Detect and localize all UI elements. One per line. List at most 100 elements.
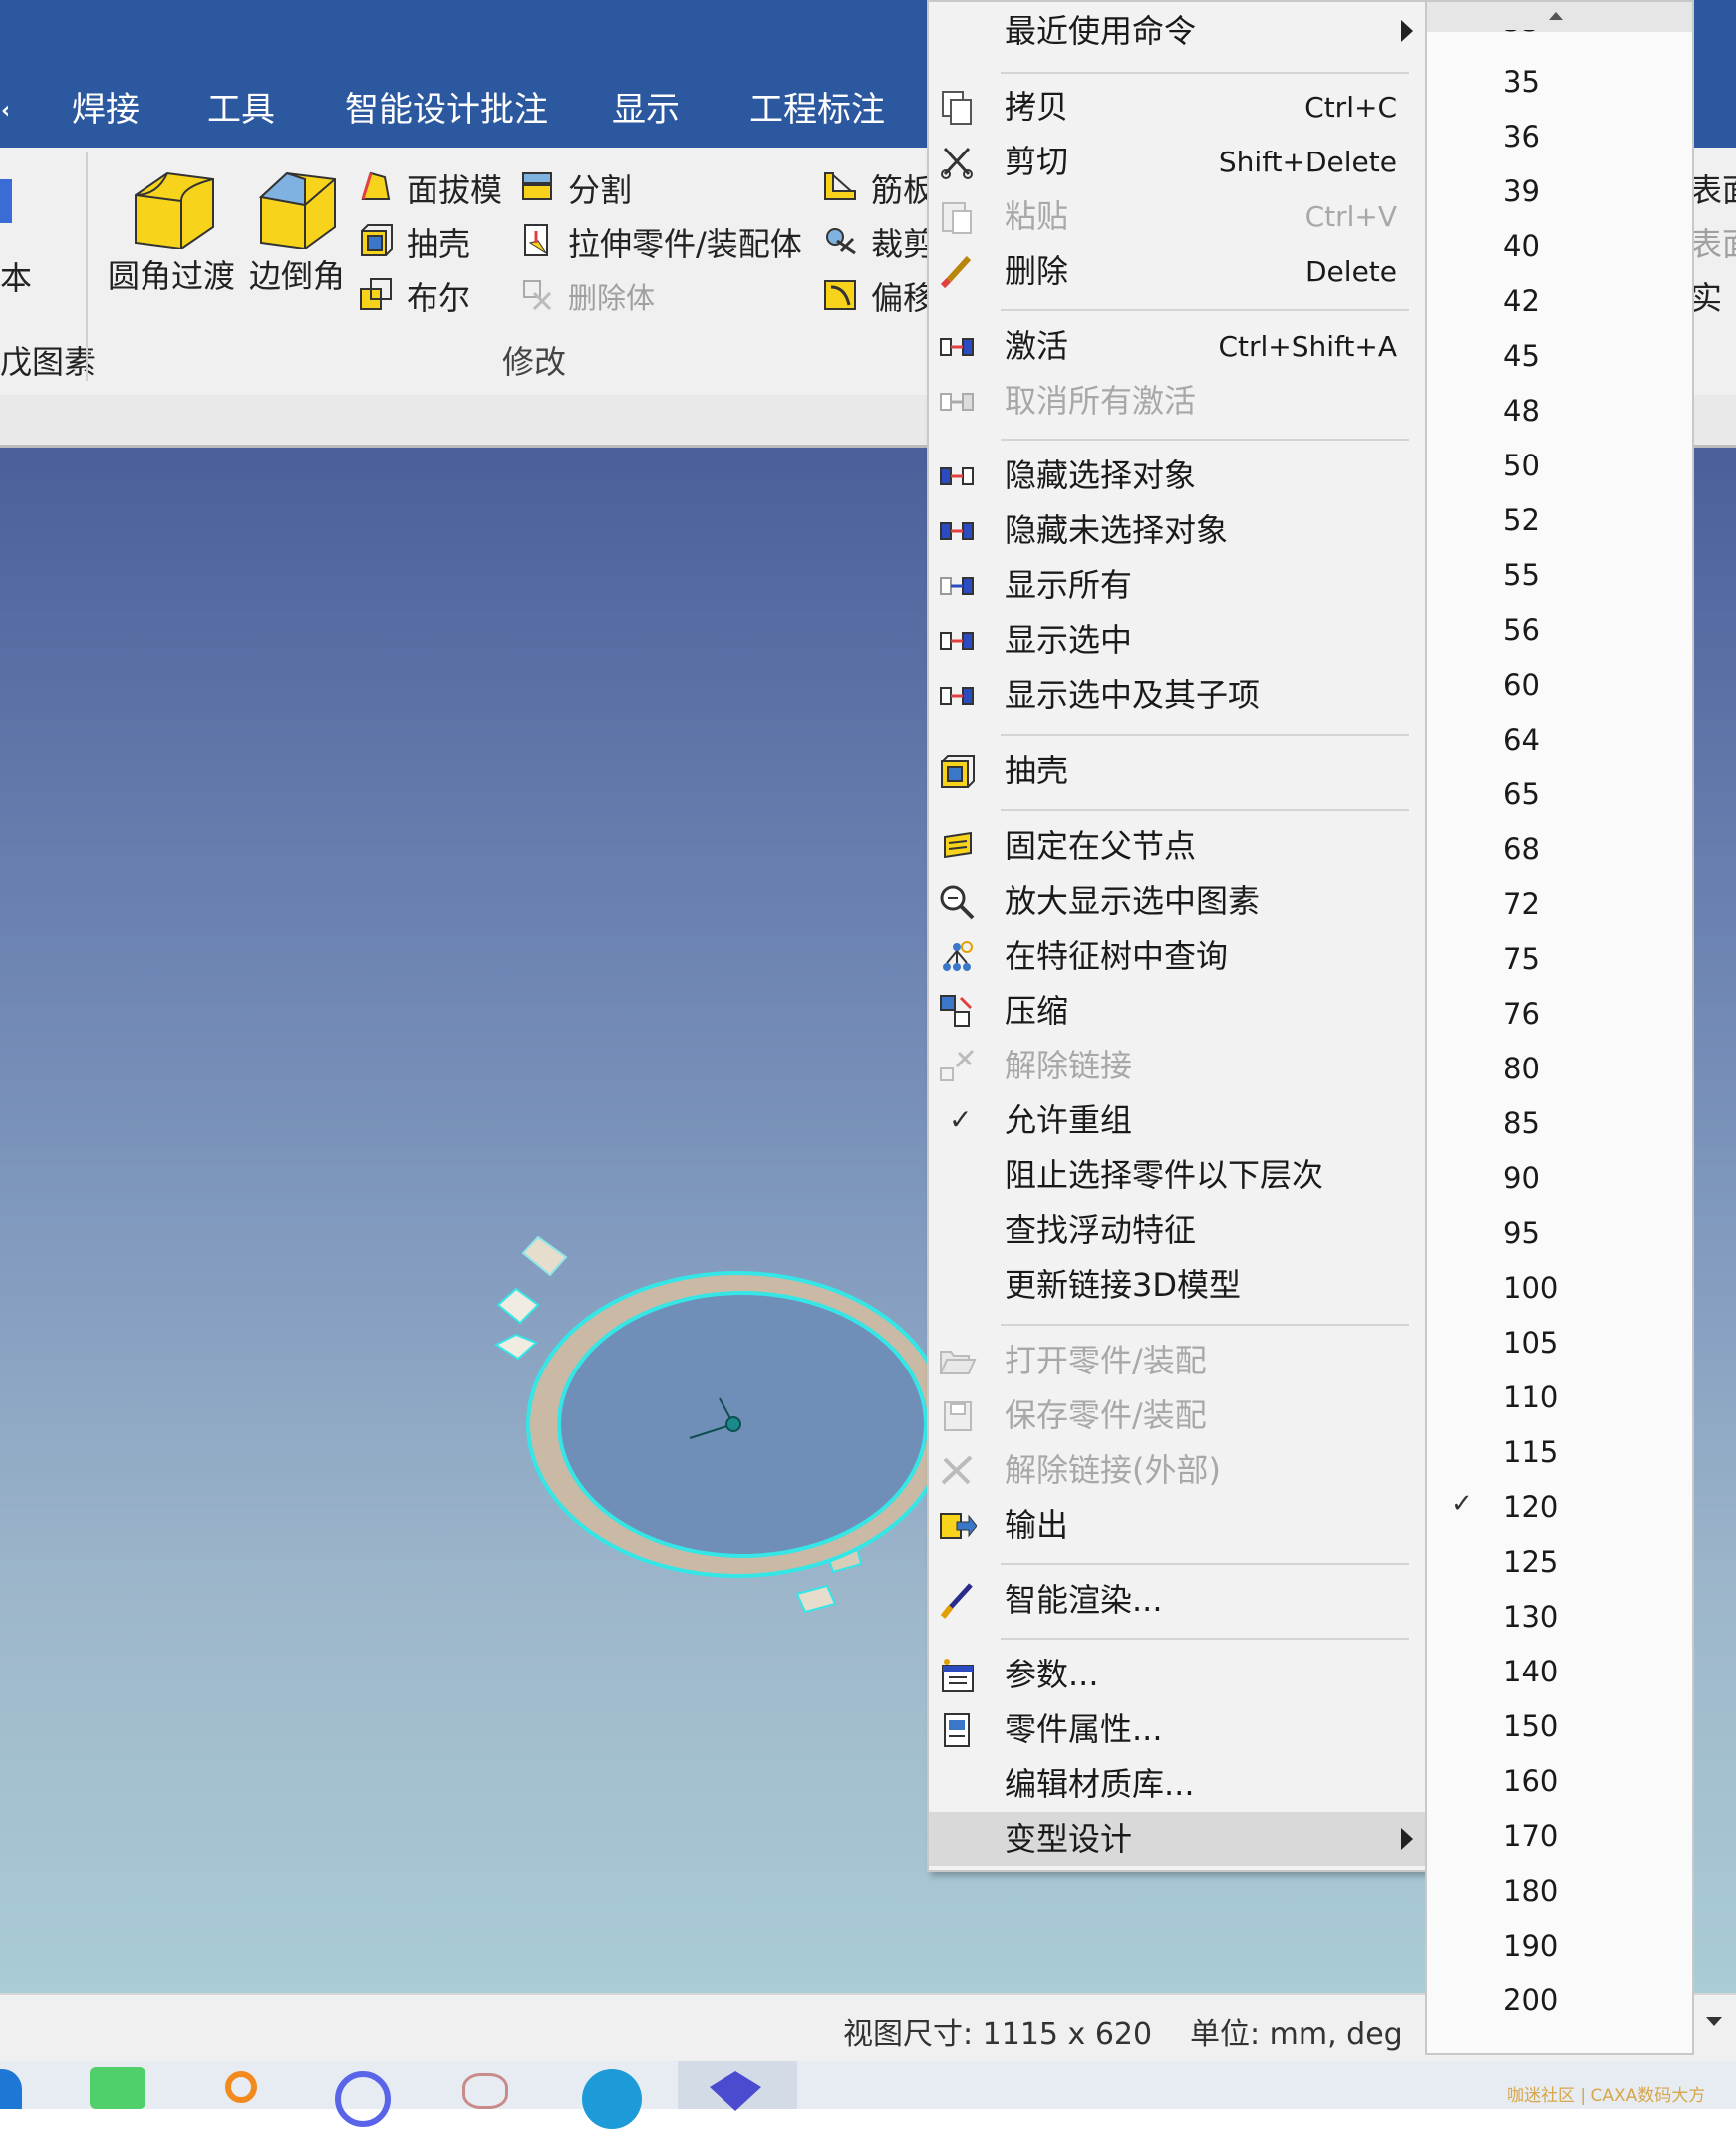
size-item[interactable]: 120 ✓ xyxy=(1427,1487,1692,1537)
size-item-label: 95 xyxy=(1503,1216,1540,1250)
size-item[interactable]: 160 xyxy=(1427,1761,1692,1811)
size-item[interactable]: 170 xyxy=(1427,1816,1692,1866)
tab-partial[interactable]: ‹ xyxy=(0,88,8,132)
menu-item-allow-regroup[interactable]: ✓ 允许重组 xyxy=(929,1093,1425,1148)
size-item[interactable]: 115 xyxy=(1427,1432,1692,1482)
menu-item-hide-unselected[interactable]: 隐藏未选择对象 xyxy=(929,503,1425,558)
menu-item-show-selected-children[interactable]: 显示选中及其子项 xyxy=(929,668,1425,723)
taskbar-app-icon[interactable] xyxy=(90,2067,145,2109)
size-item[interactable]: 56 xyxy=(1427,610,1692,660)
scroll-up-button[interactable] xyxy=(1427,2,1692,32)
right-partial-label-1[interactable]: 表面 xyxy=(1690,165,1736,211)
tab-tools[interactable]: 工具 xyxy=(207,88,275,132)
boolean-button[interactable]: 布尔 xyxy=(359,273,508,317)
size-item[interactable]: 39 xyxy=(1427,171,1692,221)
menu-item-zoom-selected[interactable]: 放大显示选中图素 xyxy=(929,874,1425,929)
partial-tool-icon[interactable] xyxy=(0,179,12,223)
size-item[interactable]: 65 xyxy=(1427,774,1692,824)
size-item[interactable]: 36 xyxy=(1427,117,1692,166)
menu-item-parameters[interactable]: 参数... xyxy=(929,1648,1425,1702)
menu-item-fix-to-parent[interactable]: 固定在父节点 xyxy=(929,819,1425,874)
size-item[interactable]: 90 xyxy=(1427,1158,1692,1208)
rib-button[interactable]: 筋板 xyxy=(823,165,927,209)
tab-smart-design-annotation[interactable]: 智能设计批注 xyxy=(345,88,548,132)
tab-display[interactable]: 显示 xyxy=(612,88,680,132)
offset-button[interactable]: 偏移 xyxy=(823,273,927,317)
menu-item-export[interactable]: 输出 xyxy=(929,1498,1425,1553)
menu-item-part-properties[interactable]: 零件属性... xyxy=(929,1702,1425,1757)
size-item[interactable]: 105 xyxy=(1427,1323,1692,1372)
menu-item-delete[interactable]: 删除 Delete xyxy=(929,244,1425,299)
menu-item-recent-commands[interactable]: 最近使用命令 xyxy=(929,4,1425,59)
taskbar-app-icon[interactable] xyxy=(462,2073,508,2109)
size-item-label: 120 xyxy=(1503,1490,1559,1524)
size-item[interactable]: 60 xyxy=(1427,665,1692,715)
size-item[interactable]: 95 xyxy=(1427,1213,1692,1263)
menu-separator xyxy=(1001,439,1409,441)
size-item[interactable]: 50 xyxy=(1427,446,1692,495)
size-item[interactable]: 140 xyxy=(1427,1652,1692,1701)
menu-item-variant-design[interactable]: 变型设计 xyxy=(929,1812,1425,1866)
size-item[interactable]: 80 xyxy=(1427,1049,1692,1098)
menu-item-show-all[interactable]: 显示所有 xyxy=(929,558,1425,613)
right-partial-label-3[interactable]: 实 xyxy=(1690,273,1722,319)
tab-engineering-annotation[interactable]: 工程标注 xyxy=(749,88,885,132)
size-item[interactable]: 180 xyxy=(1427,1871,1692,1921)
size-item[interactable]: 52 xyxy=(1427,500,1692,550)
edge-browser-icon[interactable] xyxy=(582,2069,642,2129)
menu-item-find-floating[interactable]: 查找浮动特征 xyxy=(929,1203,1425,1258)
menu-item-copy[interactable]: 拷贝 Ctrl+C xyxy=(929,80,1425,135)
size-item[interactable]: 125 xyxy=(1427,1542,1692,1592)
extrude-part-button[interactable]: 拉伸零件/装配体 xyxy=(520,219,815,263)
menu-item-edit-material[interactable]: 编辑材质库... xyxy=(929,1757,1425,1812)
size-item[interactable]: 110 xyxy=(1427,1377,1692,1427)
size-item[interactable]: 55 xyxy=(1427,555,1692,605)
hide-unselected-icon xyxy=(940,522,974,540)
taskbar-search-icon[interactable] xyxy=(225,2071,257,2103)
shell-ribbon-button[interactable]: 抽壳 xyxy=(359,219,508,263)
taskbar-app-icon[interactable] xyxy=(335,2071,391,2127)
taskbar-app-icon[interactable] xyxy=(0,2069,22,2109)
taskbar-active-app[interactable] xyxy=(678,2061,797,2111)
size-item[interactable]: 35 xyxy=(1427,62,1692,112)
menu-item-shell[interactable]: 抽壳 xyxy=(929,744,1425,798)
menu-item-show-selected[interactable]: 显示选中 xyxy=(929,613,1425,668)
size-item[interactable]: 48 xyxy=(1427,391,1692,441)
size-item[interactable]: 42 xyxy=(1427,281,1692,331)
folder-open-icon xyxy=(939,1351,977,1374)
size-item[interactable]: 64 xyxy=(1427,720,1692,769)
eraser-icon xyxy=(940,255,972,289)
size-item[interactable]: 150 xyxy=(1427,1706,1692,1756)
menu-item-cut[interactable]: 剪切 Shift+Delete xyxy=(929,135,1425,189)
menu-item-activate[interactable]: 激活 Ctrl+Shift+A xyxy=(929,319,1425,374)
trim-button[interactable]: 裁剪 xyxy=(823,219,927,263)
size-item[interactable]: 76 xyxy=(1427,994,1692,1044)
ring-part-model[interactable] xyxy=(468,866,947,1683)
size-item[interactable]: 75 xyxy=(1427,939,1692,989)
tab-welding[interactable]: 焊接 xyxy=(72,88,140,132)
size-item[interactable]: 72 xyxy=(1427,884,1692,934)
menu-item-compress[interactable]: 压缩 xyxy=(929,984,1425,1039)
menu-item-smart-render[interactable]: 智能渲染... xyxy=(929,1573,1425,1628)
size-item[interactable]: 200 xyxy=(1427,1980,1692,2030)
menu-item-block-selection[interactable]: 阻止选择零件以下层次 xyxy=(929,1148,1425,1203)
draft-button[interactable]: 面拔模 xyxy=(359,165,508,209)
size-item[interactable]: 190 xyxy=(1427,1926,1692,1976)
size-item-label: 90 xyxy=(1503,1161,1540,1195)
status-dropdown-icon[interactable] xyxy=(1706,2017,1722,2026)
size-item[interactable]: 45 xyxy=(1427,336,1692,386)
shell-icon xyxy=(361,224,393,256)
size-item[interactable]: 68 xyxy=(1427,829,1692,879)
menu-item-find-in-tree[interactable]: 在特征树中查询 xyxy=(929,929,1425,984)
size-item-label: 56 xyxy=(1503,613,1540,647)
size-item-label: 110 xyxy=(1503,1380,1559,1414)
save-icon xyxy=(944,1401,972,1431)
size-item[interactable]: 40 xyxy=(1427,226,1692,276)
split-button[interactable]: 分割 xyxy=(520,165,660,209)
size-item[interactable]: 85 xyxy=(1427,1103,1692,1153)
size-item[interactable]: 100 xyxy=(1427,1268,1692,1318)
group-divider xyxy=(86,152,88,381)
menu-item-hide-selected[interactable]: 隐藏选择对象 xyxy=(929,449,1425,503)
menu-item-update-link[interactable]: 更新链接3D模型 xyxy=(929,1258,1425,1313)
size-item[interactable]: 130 xyxy=(1427,1597,1692,1647)
